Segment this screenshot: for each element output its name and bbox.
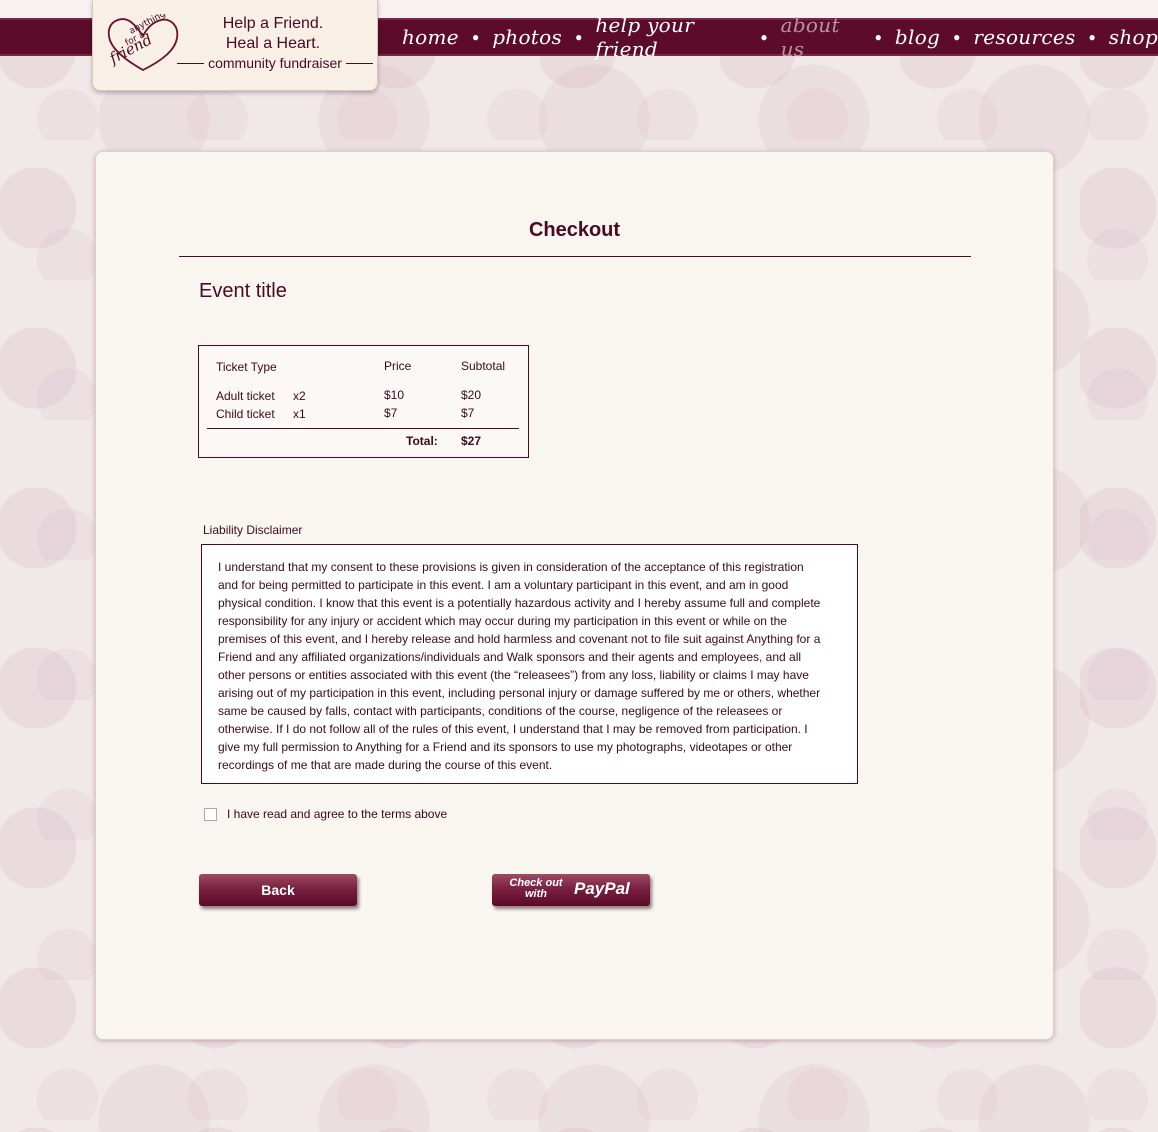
row-child-qty: x1 xyxy=(293,407,306,421)
logo-card[interactable]: anything for a friend Help a Friend. Hea… xyxy=(92,0,378,91)
nav-separator: ● xyxy=(1088,30,1096,44)
agree-row: I have read and agree to the terms above xyxy=(204,807,447,821)
tagline-rule-right xyxy=(345,62,374,64)
row-adult-type: Adult ticket xyxy=(216,389,275,403)
nav-separator: ● xyxy=(760,30,768,44)
heart-logo-icon: anything for a friend xyxy=(106,14,179,72)
nav-item-about-us[interactable]: about us xyxy=(781,13,862,61)
agree-checkbox[interactable] xyxy=(204,807,217,821)
nav-item-resources[interactable]: resources xyxy=(973,25,1075,49)
row-adult-subtotal: $20 xyxy=(461,388,482,402)
disclaimer-line: responsibility for any injury or acciden… xyxy=(218,614,787,628)
agree-label[interactable]: I have read and agree to the terms above xyxy=(227,807,447,821)
header-ticket-type: Ticket Type xyxy=(216,360,277,374)
header-subtotal: Subtotal xyxy=(461,359,506,373)
nav-item-home[interactable]: home xyxy=(402,25,459,49)
header-price: Price xyxy=(384,359,412,373)
checkout-panel: Checkout Event title Ticket Type Price S… xyxy=(95,151,1054,1040)
nav-item-help-your-friend[interactable]: help your friend xyxy=(595,13,747,61)
disclaimer-line: same be caused by falls, contact with pa… xyxy=(218,704,783,718)
nav-item-photos[interactable]: photos xyxy=(492,25,562,49)
nav-separator: ● xyxy=(471,30,480,44)
nav-separator: ● xyxy=(874,30,882,44)
disclaimer-line: otherwise. If I do not follow all of the… xyxy=(218,722,808,736)
row-adult-qty: x2 xyxy=(293,389,306,403)
disclaimer-line: I understand that my consent to these pr… xyxy=(218,560,804,574)
paypal-logo-label: PayPal xyxy=(574,879,630,898)
row-child-type: Child ticket xyxy=(216,407,275,421)
nav-separator: ● xyxy=(953,30,961,44)
row-adult-price: $10 xyxy=(384,388,405,402)
main-nav: home ● photos ● help your friend ● about… xyxy=(402,13,1158,61)
disclaimer-line: give my full permission to Anything for … xyxy=(218,740,793,754)
tagline-heal: Heal a Heart. xyxy=(225,35,321,52)
disclaimer-line: Friend and any affiliated organizations/… xyxy=(218,650,802,664)
event-title: Event title xyxy=(199,280,287,302)
disclaimer-line: arising out of my participation in this … xyxy=(218,686,821,700)
disclaimer-line: recordings of me that are made during th… xyxy=(218,758,553,772)
paypal-checkout-button[interactable]: Check out with PayPal xyxy=(492,874,650,906)
tagline-community-text: community fundraiser xyxy=(208,55,342,71)
ticket-summary-table: Ticket Type Price Subtotal Adult ticket … xyxy=(198,345,529,458)
row-child-price: $7 xyxy=(384,406,398,420)
disclaimer-line: and for being permitted to participate i… xyxy=(218,578,789,592)
paypal-small-label: Check out with xyxy=(509,877,563,900)
disclaimer-line: premises of this event, and I hereby rel… xyxy=(218,632,821,646)
row-child-subtotal: $7 xyxy=(461,406,475,420)
disclaimer-label: Liability Disclaimer xyxy=(203,523,303,537)
disclaimer-line: other persons or entities associated wit… xyxy=(218,668,809,682)
nav-item-shop[interactable]: shop xyxy=(1109,25,1158,49)
tagline-community: community fundraiser xyxy=(177,55,374,71)
disclaimer-box[interactable]: I understand that my consent to these pr… xyxy=(201,544,858,784)
total-value: $27 xyxy=(461,434,482,448)
nav-separator: ● xyxy=(575,30,583,44)
disclaimer-line: physical condition. I know that this eve… xyxy=(218,596,821,610)
nav-item-blog[interactable]: blog xyxy=(895,25,940,49)
page-title: Checkout xyxy=(528,219,621,241)
title-divider xyxy=(179,256,971,257)
table-divider xyxy=(207,428,519,429)
back-button[interactable]: Back xyxy=(199,874,357,906)
disclaimer-text: I understand that my consent to these pr… xyxy=(218,558,827,774)
tagline-help: Help a Friend. xyxy=(222,15,324,32)
total-label: Total: xyxy=(406,434,438,448)
tagline-rule-left xyxy=(177,62,205,64)
